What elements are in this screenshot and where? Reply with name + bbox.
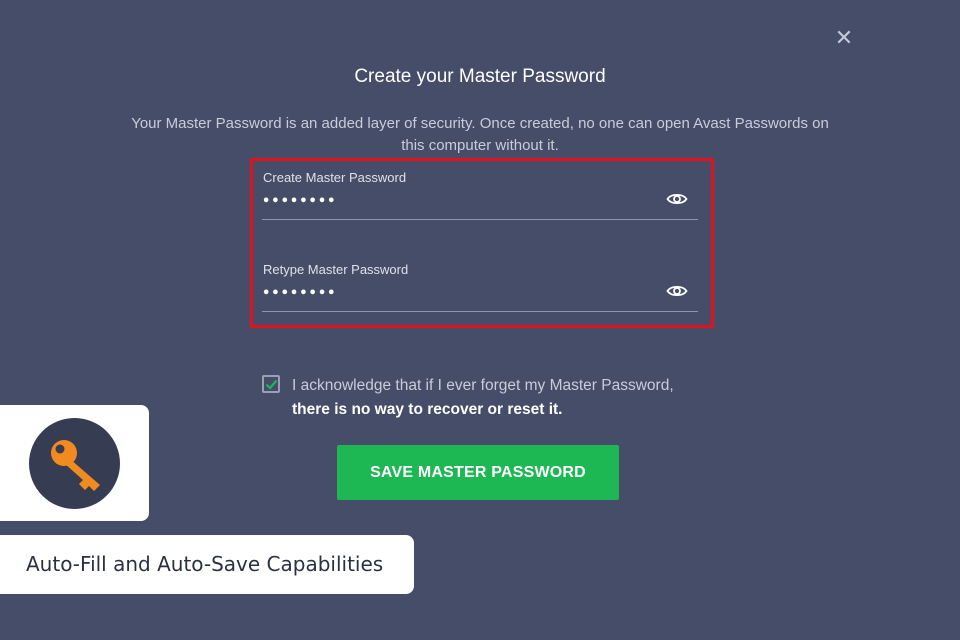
close-icon[interactable]: ✕ xyxy=(835,25,853,50)
feature-label: Auto-Fill and Auto-Save Capabilities xyxy=(0,535,414,594)
retype-password-input[interactable] xyxy=(262,284,642,302)
create-password-field: Create Master Password xyxy=(262,160,698,220)
eye-icon[interactable] xyxy=(666,282,688,300)
check-icon xyxy=(265,379,278,390)
key-icon xyxy=(51,440,100,491)
retype-password-label: Retype Master Password xyxy=(263,262,409,277)
acknowledge-checkbox[interactable] xyxy=(262,375,280,393)
acknowledge-text-plain: I acknowledge that if I ever forget my M… xyxy=(292,377,674,394)
close-button[interactable]: ✕ xyxy=(832,26,856,50)
dialog-description: Your Master Password is an added layer o… xyxy=(131,115,829,154)
save-master-password-button[interactable]: SAVE MASTER PASSWORD xyxy=(337,445,619,500)
acknowledge-text-bold: there is no way to recover or reset it. xyxy=(292,401,563,418)
acknowledge-text: I acknowledge that if I ever forget my M… xyxy=(292,374,692,422)
dialog-title: Create your Master Password xyxy=(354,66,606,87)
create-password-label: Create Master Password xyxy=(263,170,407,185)
retype-password-field: Retype Master Password xyxy=(262,252,698,312)
logo-card xyxy=(0,405,149,521)
logo-circle xyxy=(29,418,120,509)
eye-icon[interactable] xyxy=(666,190,688,208)
create-password-input[interactable] xyxy=(262,192,642,210)
